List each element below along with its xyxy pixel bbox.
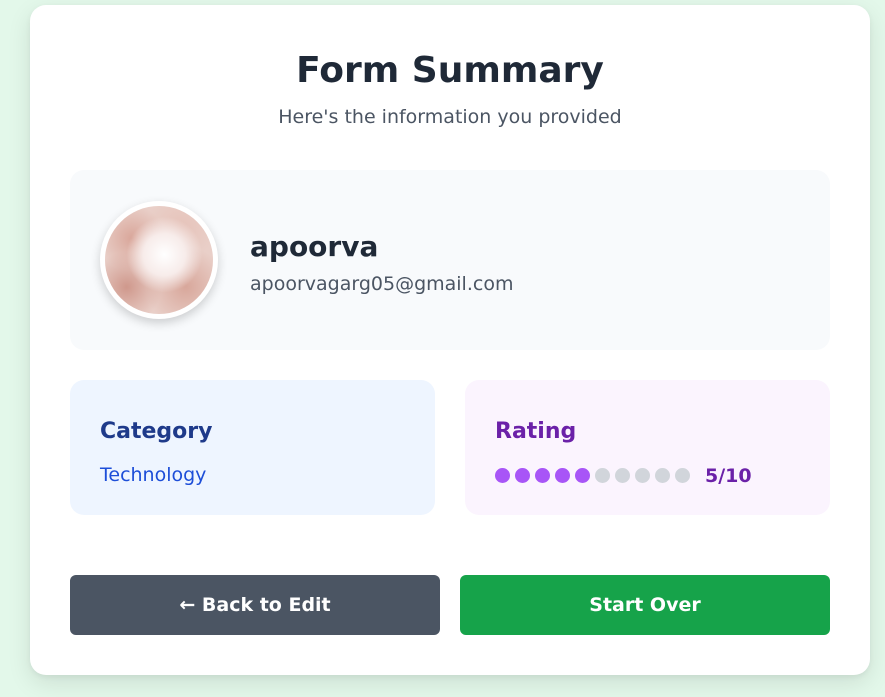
page-title: Form Summary [296,50,604,91]
rating-dot-empty [595,468,610,483]
category-value: Technology [100,464,207,486]
rating-card: Rating 5/10 [465,380,830,515]
rating-dot-filled [535,468,550,483]
page-subtitle: Here's the information you provided [278,106,622,128]
avatar [100,201,218,319]
rating-dot-filled [555,468,570,483]
rating-dot-empty [655,468,670,483]
back-to-edit-button[interactable]: ← Back to Edit [70,575,440,635]
profile-section: apoorva apoorvagarg05@gmail.com [70,170,830,350]
rating-value: 5/10 [705,465,752,487]
rating-dot-empty [615,468,630,483]
rating-dot-empty [635,468,650,483]
rating-dot-empty [675,468,690,483]
category-card: Category Technology [70,380,435,515]
rating-dot-filled [575,468,590,483]
rating-dot-filled [495,468,510,483]
rating-label: Rating [495,419,577,444]
user-email: apoorvagarg05@gmail.com [250,273,514,295]
summary-card: Form Summary Here's the information you … [30,5,870,675]
rating-dot-filled [515,468,530,483]
start-over-button[interactable]: Start Over [460,575,830,635]
user-name: apoorva [250,230,379,263]
category-label: Category [100,419,213,444]
rating-dots [495,468,690,483]
avatar-image [105,206,213,314]
